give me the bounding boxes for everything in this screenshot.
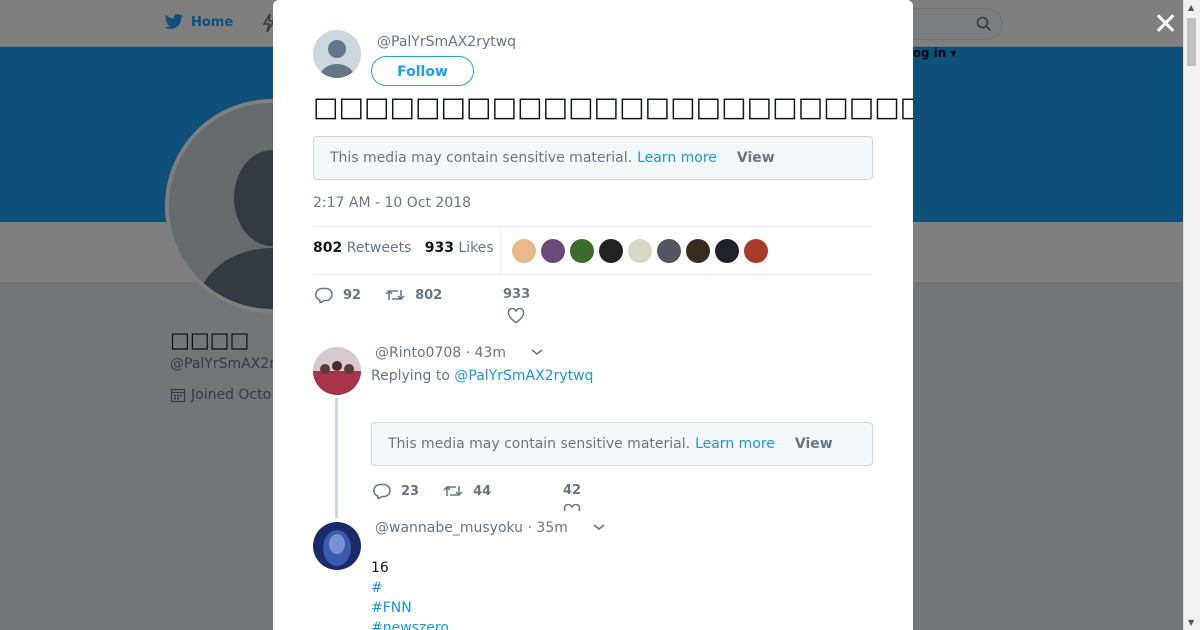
scroll-up-icon[interactable]: ▲ [1188, 3, 1194, 12]
retweet-icon [443, 485, 463, 497]
chevron-down-icon[interactable] [592, 522, 606, 532]
retweet-icon [385, 289, 405, 301]
tweet-stats: 802 Retweets 933 Likes [313, 226, 873, 275]
retweets-count[interactable]: 802 [313, 240, 342, 256]
page-scrollbar[interactable]: ▲ ▼ [1183, 0, 1200, 630]
view-media-button[interactable]: View [737, 150, 775, 166]
close-icon[interactable]: ✕ [1153, 10, 1178, 40]
liker-avatars [512, 239, 773, 263]
tweet-modal: @PalYrSmAX2rytwq Follow □□□□□□□□□□□□□□□□… [273, 0, 913, 630]
reply-time[interactable]: · 35m [528, 520, 568, 536]
liker-avatar[interactable] [570, 239, 594, 263]
hashtag-link[interactable]: #newszero [371, 620, 449, 630]
reply-action[interactable]: 23 [373, 483, 419, 499]
default-avatar-icon [313, 30, 361, 78]
like-action[interactable]: 42 [559, 483, 585, 511]
liker-avatar[interactable] [686, 239, 710, 263]
retweet-action[interactable]: 802 [385, 287, 442, 303]
retweet-count: 44 [473, 483, 492, 499]
tweet-actions: 92 802 [315, 287, 466, 303]
replying-to-handle[interactable]: @PalYrSmAX2rytwq [454, 368, 593, 384]
stats-divider [500, 227, 501, 274]
replying-to: Replying to @PalYrSmAX2rytwq [371, 368, 593, 384]
follow-button[interactable]: Follow [371, 56, 474, 86]
reply-action[interactable]: 92 [315, 287, 361, 303]
reply-text: 16 [371, 560, 389, 576]
likes-label[interactable]: Likes [458, 240, 493, 256]
like-count: 933 [503, 287, 531, 302]
view-media-button[interactable]: View [795, 436, 833, 452]
reply-author-handle[interactable]: @wannabe_musyoku [375, 520, 523, 536]
liker-avatar[interactable] [628, 239, 652, 263]
reply-author-handle[interactable]: @Rinto0708 [375, 345, 461, 361]
heart-icon [563, 503, 581, 511]
retweet-action[interactable]: 44 [443, 483, 491, 499]
stats-counts: 802 Retweets 933 Likes [313, 240, 494, 256]
reply-author-avatar[interactable] [313, 347, 361, 395]
learn-more-link[interactable]: Learn more [695, 436, 775, 452]
retweets-label[interactable]: Retweets [347, 240, 412, 256]
tweet-author-avatar[interactable] [313, 30, 361, 78]
reply-time[interactable]: · 43m [466, 345, 506, 361]
liker-avatar[interactable] [744, 239, 768, 263]
hashtag-link[interactable]: # [371, 580, 383, 596]
sensitive-media-notice: This media may contain sensitive materia… [313, 136, 873, 180]
reply-avatar-image [313, 522, 361, 570]
retweet-count: 802 [415, 287, 443, 303]
chevron-down-icon[interactable] [530, 347, 544, 357]
reply-icon [373, 483, 391, 499]
like-count: 42 [562, 483, 582, 498]
reply-author-line: @Rinto0708 · 43m [375, 345, 544, 361]
scrollbar-thumb[interactable] [1187, 18, 1196, 66]
liker-avatar[interactable] [657, 239, 681, 263]
liker-avatar[interactable] [715, 239, 739, 263]
reply-count: 92 [343, 287, 362, 303]
tweet-timestamp[interactable]: 2:17 AM - 10 Oct 2018 [313, 195, 471, 211]
thread-line [335, 398, 338, 518]
like-action[interactable]: 933 [503, 287, 531, 328]
heart-icon [507, 307, 525, 324]
reply-author-line: @wannabe_musyoku · 35m [375, 520, 606, 536]
liker-avatar[interactable] [512, 239, 536, 263]
reply-avatar-image [313, 347, 361, 395]
reply-author-avatar[interactable] [313, 522, 361, 570]
sensitive-media-text: This media may contain sensitive materia… [330, 150, 633, 166]
replying-to-label: Replying to [371, 368, 450, 384]
learn-more-link[interactable]: Learn more [637, 150, 717, 166]
hashtag-link[interactable]: #FNN [371, 600, 412, 616]
scroll-down-icon[interactable]: ▼ [1188, 618, 1194, 627]
reply-actions: 23 44 [373, 483, 515, 499]
sensitive-media-text: This media may contain sensitive materia… [388, 436, 691, 452]
tweet-text: □□□□□□□□□□□□□□□□□□□□□□□□□□□□□□□□□□□□□□□ [313, 92, 913, 123]
tweet-author-handle[interactable]: @PalYrSmAX2rytwq [377, 34, 516, 50]
reply-count: 23 [401, 483, 420, 499]
likes-count[interactable]: 933 [425, 240, 454, 256]
liker-avatar[interactable] [599, 239, 623, 263]
liker-avatar[interactable] [541, 239, 565, 263]
reply-icon [315, 287, 333, 303]
sensitive-media-notice: This media may contain sensitive materia… [371, 422, 873, 466]
